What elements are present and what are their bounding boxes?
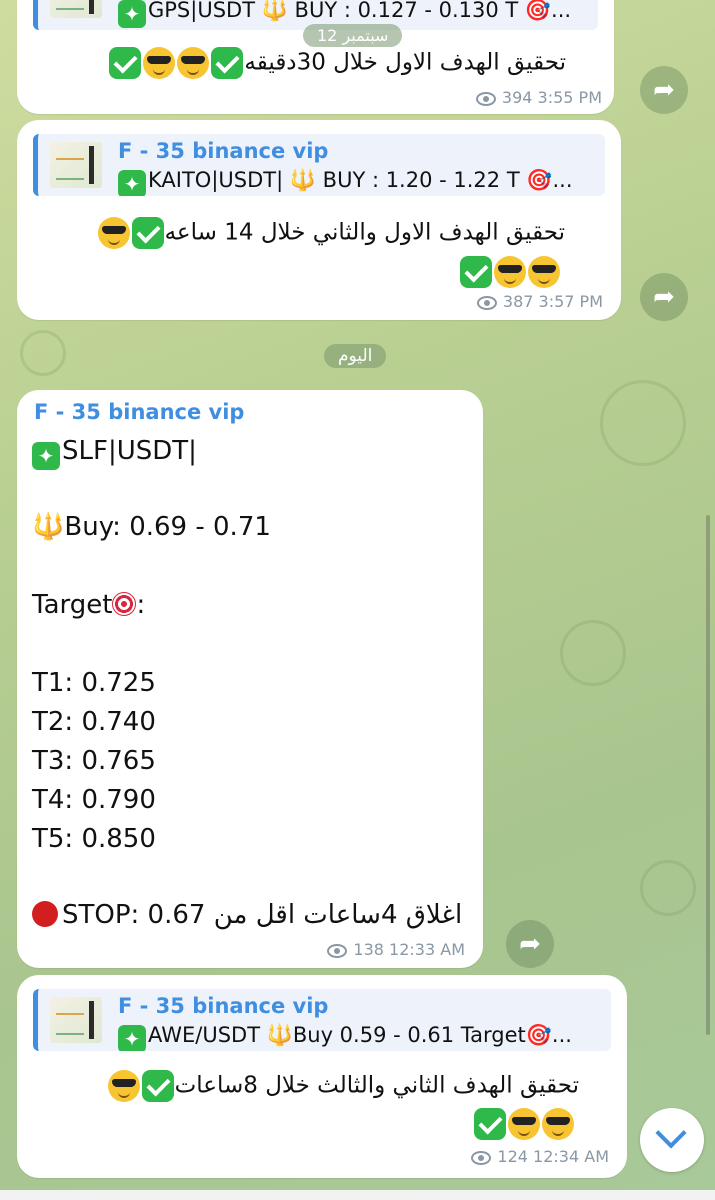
reply-sender: F - 35 binance vip [118, 994, 329, 1018]
sunglasses-emoji [494, 256, 526, 288]
eye-icon [475, 91, 496, 106]
check-mark-emoji [131, 217, 164, 249]
check-mark-emoji [211, 47, 244, 79]
sunglasses-emoji [508, 1108, 540, 1140]
background-doodle [560, 620, 626, 686]
sunglasses-emoji [542, 1108, 574, 1140]
stop-line: STOP: 0.67 اغلاق 4ساعات اقل من [32, 900, 462, 930]
target-item: T3: 0.765 [32, 746, 156, 776]
target-item: T2: 0.740 [32, 707, 156, 737]
reply-text: ✦ AWE/USDT 🔱Buy 0.59 - 0.61 Target🎯... [118, 1023, 601, 1051]
eye-icon [471, 1150, 492, 1165]
message-meta: 124 12:34 AM [471, 1147, 609, 1166]
eye-icon [327, 943, 348, 958]
message-emoji-line [459, 256, 561, 288]
forward-arrow-icon: ➦ [519, 929, 541, 959]
target-line: Target: [32, 590, 146, 620]
check-mark-emoji [460, 256, 492, 288]
forward-button[interactable]: ➦ [506, 920, 554, 968]
check-mark-emoji [141, 1070, 174, 1102]
forward-arrow-icon: ➦ [653, 75, 675, 105]
reply-text: ✦ KAITO|USDT| 🔱 BUY : 1.20 - 1.22 T 🎯... [118, 168, 595, 196]
message-text: تحقيق الهدف الاول خلال 30دقيقه [108, 47, 566, 79]
target-item: T4: 0.790 [32, 785, 156, 815]
reply-thumbnail [50, 142, 102, 188]
message-meta: 387 3:57 PM [476, 292, 603, 311]
check-mark-emoji [474, 1108, 506, 1140]
reply-thumbnail [50, 997, 102, 1043]
forward-arrow-icon: ➦ [653, 282, 675, 312]
background-doodle [640, 860, 696, 916]
trident-icon: 🔱 [32, 512, 65, 542]
message-emoji-line [473, 1108, 575, 1140]
sunglasses-emoji [97, 217, 130, 249]
reply-sender: F - 35 binance vip [118, 139, 329, 163]
input-bar-edge [0, 1190, 715, 1200]
message-bubble[interactable]: F - 35 binance vip ✦ AWE/USDT 🔱Buy 0.59 -… [17, 975, 627, 1178]
target-item: T5: 0.850 [32, 824, 156, 854]
message-bubble[interactable]: ✦ GPS|USDT 🔱 BUY : 0.127 - 0.130 T 🎯... ت… [17, 0, 614, 114]
buy-line: 🔱Buy: 0.69 - 0.71 [32, 512, 271, 542]
sparkle-icon: ✦ [118, 170, 146, 196]
message-sender: F - 35 binance vip [34, 400, 245, 424]
pair-line: ✦ SLF|USDT| [32, 436, 197, 470]
sparkle-icon: ✦ [32, 442, 60, 470]
date-separator: 12 سبتمبر [303, 24, 403, 47]
sunglasses-emoji [528, 256, 560, 288]
background-doodle [20, 330, 66, 376]
message-bubble[interactable]: F - 35 binance vip ✦ KAITO|USDT| 🔱 BUY : … [17, 120, 621, 320]
forward-button[interactable]: ➦ [640, 66, 688, 114]
forward-button[interactable]: ➦ [640, 273, 688, 321]
red-circle-icon [32, 901, 58, 927]
sparkle-icon: ✦ [118, 0, 146, 28]
message-meta: 394 3:55 PM [475, 88, 602, 107]
message-text: تحقيق الهدف الثاني والثالث خلال 8ساعات [107, 1070, 579, 1102]
scrollbar[interactable] [706, 515, 710, 1035]
scroll-down-button[interactable] [640, 1108, 704, 1172]
check-mark-emoji [109, 47, 142, 79]
message-bubble[interactable]: F - 35 binance vip ✦ SLF|USDT| 🔱Buy: 0.69… [17, 390, 483, 968]
message-meta: 138 12:33 AM [327, 940, 465, 959]
reply-thumbnail [50, 0, 102, 18]
sunglasses-emoji [143, 47, 176, 79]
message-text: تحقيق الهدف الاول والثاني خلال 14 ساعه [97, 217, 565, 249]
chevron-down-icon [655, 1117, 687, 1149]
sparkle-icon: ✦ [118, 1025, 146, 1051]
background-doodle [600, 380, 686, 466]
sunglasses-emoji [107, 1070, 140, 1102]
reply-preview[interactable]: F - 35 binance vip ✦ KAITO|USDT| 🔱 BUY : … [33, 134, 605, 196]
sunglasses-emoji [177, 47, 210, 79]
reply-preview[interactable]: F - 35 binance vip ✦ AWE/USDT 🔱Buy 0.59 -… [33, 989, 611, 1051]
date-separator: اليوم [324, 344, 387, 368]
target-icon [112, 592, 137, 616]
eye-icon [476, 295, 497, 310]
target-item: T1: 0.725 [32, 668, 156, 698]
